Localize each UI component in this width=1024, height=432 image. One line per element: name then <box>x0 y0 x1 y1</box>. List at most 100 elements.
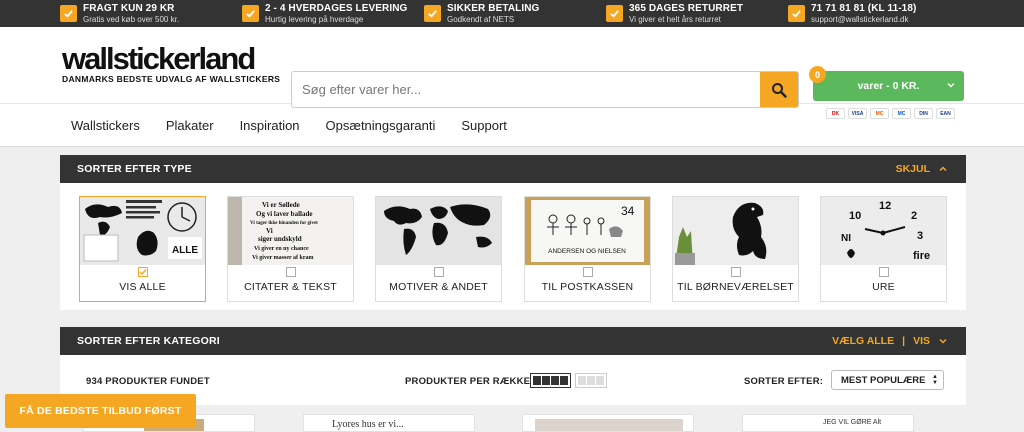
clock-number: 2 <box>911 210 917 222</box>
info-item-returns: 365 DAGES RETURRET Vi giver et helt års r… <box>606 2 788 24</box>
sort-value: MEST POPULÆRE <box>841 374 926 386</box>
product-card[interactable] <box>522 414 694 432</box>
checkmark-icon <box>424 5 441 22</box>
type-tile-boernevaerelset[interactable]: TIL BØRNEVÆRELSET <box>672 196 799 302</box>
checkmark-icon <box>60 5 77 22</box>
product-card-text: JEG VIL GØRE Alt <box>823 419 882 426</box>
category-actions: VÆLG ALLE | VIS <box>832 335 948 347</box>
ean-icon: EAN <box>936 108 955 119</box>
info-item-support[interactable]: 71 71 81 81 (KL 11-18) support@wallsticke… <box>788 3 916 24</box>
support-email[interactable]: support@wallstickerland.dk <box>811 15 916 24</box>
tile-label: CITATER & TEKST <box>244 281 337 293</box>
chevron-down-icon[interactable] <box>938 336 948 346</box>
nav-item-wallstickers[interactable]: Wallstickers <box>71 118 140 133</box>
clock-number: NI <box>841 233 851 244</box>
search-input[interactable] <box>292 72 760 107</box>
clock-number: 10 <box>849 210 861 222</box>
tile-image: 34 ANDERSEN OG NIELSEN <box>525 197 650 265</box>
search-bar <box>291 71 799 108</box>
info-subtitle: Vi giver et helt års returret <box>629 14 721 24</box>
diners-icon: DIN <box>914 108 933 119</box>
tile-label: MOTIVER & ANDET <box>389 281 488 293</box>
product-card[interactable]: Lyores hus er vi... <box>303 414 475 432</box>
checkbox[interactable] <box>730 267 741 277</box>
checkbox[interactable] <box>582 267 593 277</box>
select-all-link[interactable]: VÆLG ALLE <box>832 335 894 347</box>
nav-item-plakater[interactable]: Plakater <box>166 118 214 133</box>
products-found-count: 934 PRODUKTER FUNDET <box>86 376 210 387</box>
mastercard-icon: MC <box>870 108 889 119</box>
info-title: SIKKER BETALING <box>447 2 540 14</box>
type-tile-postkassen[interactable]: 34 ANDERSEN OG NIELSEN TIL POSTKASSEN <box>524 196 651 302</box>
cart-button[interactable]: varer - 0 KR. <box>813 71 964 101</box>
info-subtitle: Hurtig levering på hverdage <box>265 14 364 24</box>
product-card[interactable]: JEG VIL GØRE Alt <box>742 414 914 432</box>
clock-number: 12 <box>879 200 891 212</box>
nav-item-inspiration[interactable]: Inspiration <box>240 118 300 133</box>
sort-select[interactable]: MEST POPULÆRE ▲ ▼ <box>831 370 944 390</box>
payment-methods: DK VISA MC MC DIN EAN <box>826 108 955 119</box>
support-phone[interactable]: 71 71 81 81 (KL 11-18) <box>811 3 916 14</box>
grid-size-selector <box>530 373 607 388</box>
dankort-icon: DK <box>826 108 845 119</box>
product-card-text: Lyores hus er vi... <box>332 419 404 430</box>
type-tile-motiver[interactable]: MOTIVER & ANDET <box>375 196 502 302</box>
checkmark-icon <box>242 5 259 22</box>
tile-image-text: ANDERSEN OG NIELSEN <box>548 248 626 255</box>
chevron-up-icon <box>939 166 947 172</box>
type-panel-body: ALLE VIS ALLE Vi er Søllede Og vi laver … <box>60 183 966 310</box>
category-panel-title: SORTER EFTER KATEGORI <box>77 335 220 347</box>
logo-wordmark: wallstickerland <box>62 41 256 76</box>
visa-icon: VISA <box>848 108 867 119</box>
info-item-payment: SIKKER BETALING Godkendt af NETS <box>424 2 606 24</box>
best-offers-button[interactable]: FÅ DE BEDSTE TILBUD FØRST <box>5 394 196 428</box>
tile-label: VIS ALLE <box>119 281 166 293</box>
tile-image-number: 34 <box>621 204 635 218</box>
maestro-icon: MC <box>892 108 911 119</box>
products-per-row-label: PRODUKTER PER RÆKKE <box>405 376 531 387</box>
select-arrows-icon: ▲ ▼ <box>932 374 938 386</box>
type-tile-ure[interactable]: 10 12 2 NI 3 fire URE <box>820 196 947 302</box>
tile-label: TIL BØRNEVÆRELSET <box>677 281 794 293</box>
chevron-down-icon <box>947 83 955 88</box>
info-item-shipping: FRAGT KUN 29 KR Gratis ved køb over 500 k… <box>60 2 242 24</box>
tile-image: ALLE <box>80 197 205 265</box>
sort-label: SORTER EFTER: <box>744 376 824 387</box>
search-button[interactable] <box>760 72 798 107</box>
tile-image <box>673 197 798 265</box>
nav-item-opsaetningsgaranti[interactable]: Opsætningsgaranti <box>326 118 436 133</box>
separator: | <box>902 335 906 347</box>
logo-tagline: DANMARKS BEDSTE UDVALG AF WALLSTICKERS <box>62 74 281 84</box>
tile-label: TIL POSTKASSEN <box>541 281 634 293</box>
tile-image: 10 12 2 NI 3 fire <box>821 197 946 265</box>
grid-4-columns-icon[interactable] <box>530 373 571 388</box>
clock-number: 3 <box>917 230 923 242</box>
site-header: wallstickerland DANMARKS BEDSTE UDVALG A… <box>0 27 1024 119</box>
category-panel-header: SORTER EFTER KATEGORI VÆLG ALLE | VIS <box>60 327 966 355</box>
info-title: FRAGT KUN 29 KR <box>83 2 175 14</box>
info-title: 365 DAGES RETURRET <box>629 2 744 14</box>
type-tile-citater[interactable]: Vi er Søllede Og vi laver ballade Vi tag… <box>227 196 354 302</box>
tile-image: Vi er Søllede Og vi laver ballade Vi tag… <box>228 197 353 265</box>
type-panel-title: SORTER EFTER TYPE <box>77 163 192 175</box>
top-info-bar: FRAGT KUN 29 KR Gratis ved køb over 500 k… <box>0 0 1024 27</box>
info-subtitle: Godkendt af NETS <box>447 14 515 24</box>
nav-item-support[interactable]: Support <box>461 118 507 133</box>
tile-image <box>376 197 501 265</box>
checkbox[interactable] <box>433 267 444 277</box>
info-title: 2 - 4 HVERDAGES LEVERING <box>265 2 408 14</box>
type-tile-vis-alle[interactable]: ALLE VIS ALLE <box>79 196 206 302</box>
cart-count-badge: 0 <box>809 66 826 83</box>
checkmark-icon <box>606 5 623 22</box>
tile-image-text: fire <box>913 250 930 262</box>
tile-image-text: ALLE <box>172 245 198 256</box>
site-logo[interactable]: wallstickerland DANMARKS BEDSTE UDVALG A… <box>62 41 281 84</box>
grid-3-columns-icon[interactable] <box>575 373 607 388</box>
cart-label: varer - 0 KR. <box>857 80 920 92</box>
checkbox[interactable] <box>878 267 889 277</box>
checkbox[interactable] <box>285 267 296 277</box>
checkbox-checked[interactable] <box>137 267 148 277</box>
show-link[interactable]: VIS <box>913 335 930 347</box>
hide-toggle[interactable]: SKJUL <box>896 163 948 175</box>
tile-label: URE <box>872 281 895 293</box>
